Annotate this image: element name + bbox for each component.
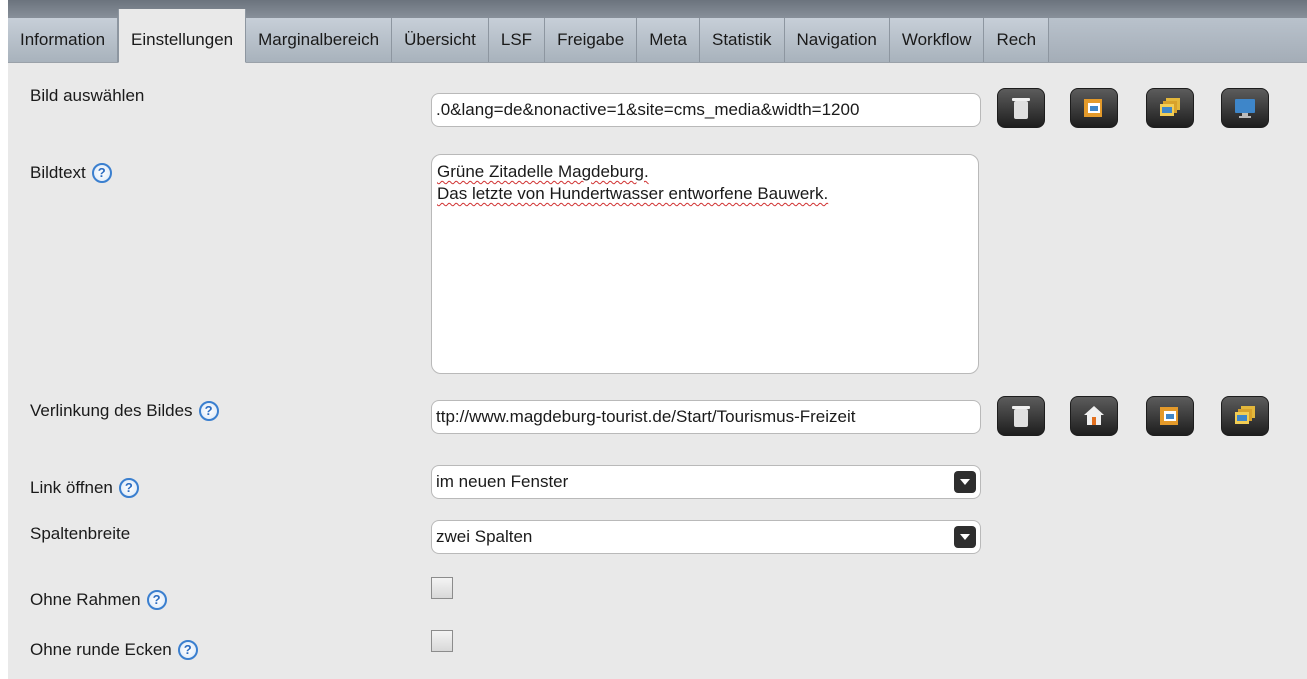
bild-delete-button[interactable] [997, 88, 1045, 128]
bild-url-value: .0&lang=de&nonactive=1&site=cms_media&wi… [436, 100, 860, 119]
monitor-icon [1235, 99, 1255, 118]
ohne-runde-ecken-checkbox[interactable] [431, 630, 453, 652]
link-oeffnen-value: im neuen Fenster [436, 472, 569, 491]
tab-recht[interactable]: Rech [984, 18, 1050, 62]
bildtext-label: Bildtext [30, 163, 86, 182]
bildtext-line-1: Grüne Zitadelle Magdeburg. [437, 162, 649, 181]
bildtext-label-row: Bildtext ? [30, 163, 112, 183]
ohne-rahmen-label-row: Ohne Rahmen ? [30, 590, 167, 610]
tab-workflow[interactable]: Workflow [889, 18, 985, 62]
tab-marginalbereich[interactable]: Marginalbereich [246, 18, 393, 62]
spaltenbreite-value: zwei Spalten [436, 527, 533, 546]
trash-icon [1012, 406, 1030, 427]
link-oeffnen-select[interactable]: im neuen Fenster [431, 465, 981, 499]
bild-url-input[interactable]: .0&lang=de&nonactive=1&site=cms_media&wi… [431, 93, 981, 127]
folder-image-icon [1160, 407, 1178, 425]
home-icon [1084, 406, 1104, 425]
tab-uebersicht[interactable]: Übersicht [392, 18, 489, 62]
tab-freigabe[interactable]: Freigabe [545, 18, 638, 62]
chevron-down-icon[interactable] [954, 526, 976, 548]
trash-icon [1012, 98, 1030, 119]
chevron-down-icon[interactable] [954, 471, 976, 493]
bild-label-row: Bild auswählen [30, 86, 144, 106]
help-icon[interactable]: ? [146, 590, 167, 610]
bild-preview-button[interactable] [1221, 88, 1269, 128]
verlinkung-label: Verlinkung des Bildes [30, 401, 193, 420]
bild-label: Bild auswählen [30, 86, 145, 105]
bild-select-button[interactable] [1070, 88, 1118, 128]
ohne-runde-ecken-label-row: Ohne runde Ecken ? [30, 640, 198, 660]
tab-bar: Information Einstellungen Marginalbereic… [8, 9, 1307, 63]
verlinkung-delete-button[interactable] [997, 396, 1045, 436]
tab-meta[interactable]: Meta [637, 18, 700, 62]
verlinkung-label-row: Verlinkung des Bildes ? [30, 401, 219, 421]
verlinkung-url-input[interactable]: ttp://www.magdeburg-tourist.de/Start/Tou… [431, 400, 981, 434]
spaltenbreite-label: Spaltenbreite [30, 524, 131, 543]
link-oeffnen-label: Link öffnen [30, 478, 113, 497]
ohne-rahmen-label: Ohne Rahmen [30, 590, 141, 609]
help-icon[interactable]: ? [91, 163, 112, 183]
tab-information[interactable]: Information [8, 18, 119, 62]
gallery-icon [1235, 406, 1255, 424]
help-icon[interactable]: ? [118, 478, 139, 498]
bildtext-textarea[interactable]: Grüne Zitadelle Magdeburg. Das letzte vo… [431, 154, 979, 374]
ohne-runde-ecken-label: Ohne runde Ecken [30, 640, 172, 659]
verlinkung-url-value: ttp://www.magdeburg-tourist.de/Start/Tou… [436, 407, 856, 426]
tab-lsf[interactable]: LSF [488, 18, 546, 62]
gallery-icon [1160, 98, 1180, 116]
tab-navigation[interactable]: Navigation [784, 18, 890, 62]
tab-statistik[interactable]: Statistik [699, 18, 785, 62]
spaltenbreite-label-row: Spaltenbreite [30, 524, 130, 544]
ohne-rahmen-checkbox[interactable] [431, 577, 453, 599]
link-oeffnen-label-row: Link öffnen ? [30, 478, 139, 498]
help-icon[interactable]: ? [177, 640, 198, 660]
help-icon[interactable]: ? [198, 401, 219, 421]
verlinkung-home-button[interactable] [1070, 396, 1118, 436]
folder-image-icon [1084, 99, 1102, 117]
spaltenbreite-select[interactable]: zwei Spalten [431, 520, 981, 554]
tab-einstellungen[interactable]: Einstellungen [118, 9, 247, 63]
bildtext-line-2: Das letzte von Hundertwasser entworfene … [437, 184, 829, 203]
verlinkung-gallery-button[interactable] [1221, 396, 1269, 436]
bild-gallery-button[interactable] [1146, 88, 1194, 128]
verlinkung-select-button[interactable] [1146, 396, 1194, 436]
